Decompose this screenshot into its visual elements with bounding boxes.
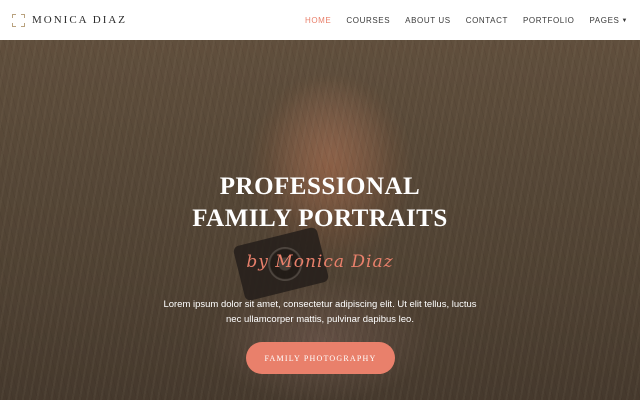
nav-courses[interactable]: COURSES (346, 16, 390, 25)
hero-title: PROFESSIONAL FAMILY PORTRAITS (0, 171, 640, 235)
family-photography-button[interactable]: FAMILY PHOTOGRAPHY (246, 342, 395, 374)
hero-description-line-2: nec ullamcorper mattis, pulvinar dapibus… (226, 314, 414, 325)
nav-about-us[interactable]: ABOUT US (405, 16, 451, 25)
nav-portfolio[interactable]: PORTFOLIO (523, 16, 574, 25)
corner-frame-icon (12, 13, 25, 27)
hero-description-line-1: Lorem ipsum dolor sit amet, consectetur … (163, 299, 477, 310)
brand-name: MONICA DIAZ (32, 14, 128, 26)
nav-home[interactable]: HOME (305, 16, 331, 25)
nav-contact[interactable]: CONTACT (466, 16, 508, 25)
brand[interactable]: MONICA DIAZ (12, 13, 128, 27)
hero-title-line-2: FAMILY PORTRAITS (192, 205, 448, 232)
main-nav: HOME COURSES ABOUT US CONTACT PORTFOLIO … (305, 16, 628, 25)
hero-title-line-1: PROFESSIONAL (219, 173, 421, 200)
hero-content: PROFESSIONAL FAMILY PORTRAITS by Monica … (0, 40, 640, 400)
site-header: MONICA DIAZ HOME COURSES ABOUT US CONTAC… (0, 0, 640, 40)
nav-pages[interactable]: PAGES ▼ (589, 16, 628, 25)
hero-section: PROFESSIONAL FAMILY PORTRAITS by Monica … (0, 40, 640, 400)
chevron-down-icon: ▼ (621, 18, 628, 24)
hero-description: Lorem ipsum dolor sit amet, consectetur … (150, 297, 490, 327)
nav-pages-label: PAGES (589, 15, 620, 25)
hero-signature: by Monica Diaz (246, 252, 394, 272)
